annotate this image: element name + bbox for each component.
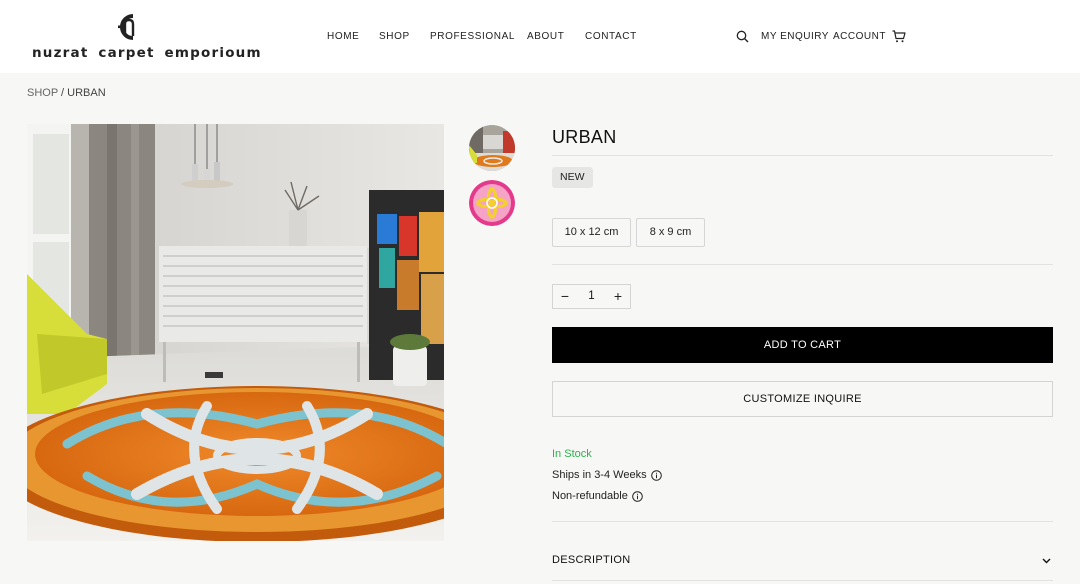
- size-option-8x9[interactable]: 8 x 9 cm: [636, 218, 705, 247]
- divider: [552, 580, 1053, 581]
- quantity-increase-button[interactable]: +: [606, 285, 630, 308]
- nav-my-enquiry[interactable]: MY ENQUIRY: [761, 31, 829, 42]
- product-title: URBAN: [552, 127, 617, 147]
- nav-about[interactable]: ABOUT: [527, 31, 564, 42]
- divider: [552, 264, 1053, 265]
- nav-contact[interactable]: CONTACT: [585, 31, 637, 42]
- breadcrumb: SHOP / URBAN: [27, 87, 106, 99]
- search-icon[interactable]: [736, 30, 749, 43]
- add-to-cart-button[interactable]: ADD TO CART: [552, 327, 1053, 363]
- new-badge: NEW: [552, 167, 593, 188]
- room-scene-image: [27, 124, 444, 541]
- shipping-info: Ships in 3-4 Weeks: [552, 469, 662, 481]
- size-option-10x12[interactable]: 10 x 12 cm: [552, 218, 631, 247]
- nav-home[interactable]: HOME: [327, 31, 359, 42]
- nav-account[interactable]: ACCOUNT: [833, 31, 886, 42]
- info-icon[interactable]: [650, 469, 662, 481]
- brand-logo[interactable]: nuzrat carpet emporioum: [28, 10, 261, 62]
- breadcrumb-shop[interactable]: SHOP: [27, 87, 58, 99]
- divider: [552, 155, 1053, 156]
- logo-mark-icon: [118, 14, 135, 40]
- refund-text: Non-refundable: [552, 490, 628, 502]
- info-icon[interactable]: [632, 490, 643, 502]
- nav-professional[interactable]: PROFESSIONAL: [430, 31, 515, 42]
- quantity-stepper: − 1 +: [552, 284, 631, 309]
- stock-status: In Stock: [552, 448, 592, 460]
- thumbnail-rug-image: [469, 180, 515, 226]
- thumbnail-rug[interactable]: [469, 180, 515, 226]
- thumbnail-room[interactable]: [469, 125, 515, 171]
- chevron-down-icon[interactable]: [1041, 555, 1052, 566]
- customize-inquire-button[interactable]: CUSTOMIZE INQUIRE: [552, 381, 1053, 417]
- breadcrumb-separator: /: [61, 87, 65, 99]
- shipping-text: Ships in 3-4 Weeks: [552, 469, 647, 481]
- refund-info: Non-refundable: [552, 490, 643, 502]
- nav-shop[interactable]: SHOP: [379, 31, 410, 42]
- quantity-value[interactable]: 1: [577, 285, 606, 308]
- description-toggle[interactable]: DESCRIPTION: [552, 554, 630, 566]
- divider: [552, 521, 1053, 522]
- product-main-image[interactable]: [27, 124, 444, 541]
- logo-text: nuzrat carpet emporioum: [32, 45, 262, 61]
- site-header: nuzrat carpet emporioum HOME SHOP PROFES…: [0, 0, 1080, 73]
- thumbnail-room-image: [469, 125, 515, 171]
- quantity-decrease-button[interactable]: −: [553, 285, 577, 308]
- breadcrumb-current: URBAN: [67, 87, 106, 99]
- cart-icon[interactable]: [892, 30, 906, 43]
